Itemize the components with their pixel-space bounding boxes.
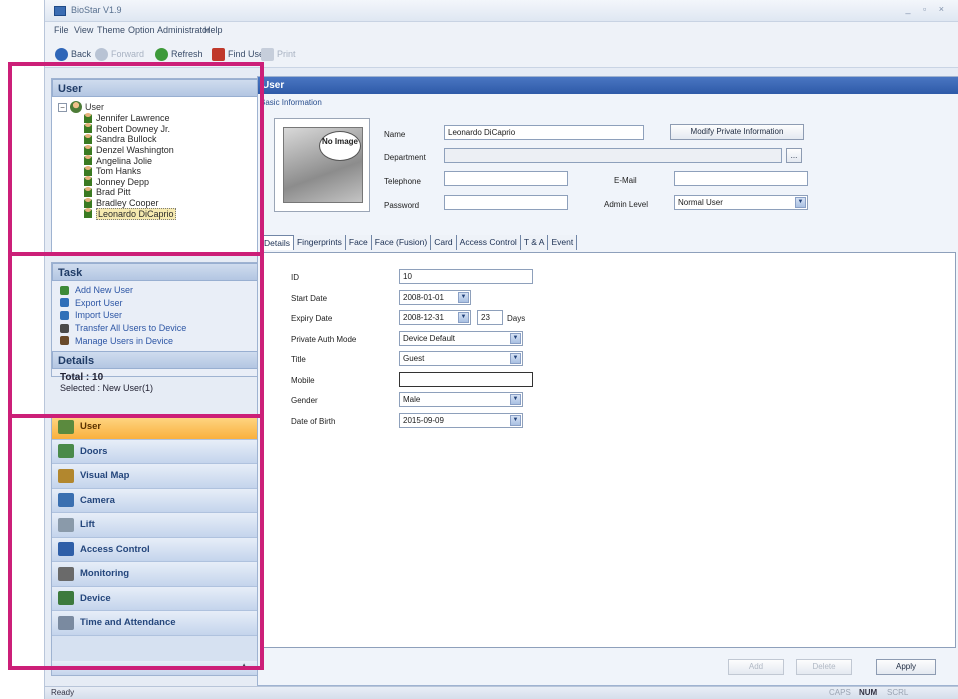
password-label: Password — [384, 201, 420, 210]
detail-field[interactable]: 2008-01-01 ▼ — [399, 289, 471, 305]
find-user-icon — [212, 47, 225, 61]
menu-view[interactable]: View — [74, 25, 93, 35]
status-text: Ready — [51, 688, 75, 697]
tab[interactable]: Face (Fusion) — [371, 235, 432, 250]
telephone-field[interactable] — [444, 171, 568, 186]
print-icon — [261, 47, 274, 61]
chevron-down-icon[interactable]: ▼ — [510, 414, 521, 426]
department-field[interactable] — [444, 148, 782, 163]
menu-help[interactable]: Help — [204, 25, 223, 35]
department-browse-button[interactable]: ... — [786, 148, 802, 163]
highlight-user-tree — [8, 62, 264, 256]
window-controls[interactable]: _ ▫ × — [906, 4, 949, 14]
detail-label: ID — [291, 273, 299, 282]
basic-information-title: Basic Information — [260, 98, 322, 107]
back-icon — [55, 47, 68, 61]
forward-button[interactable]: Forward — [95, 46, 144, 62]
highlight-task-details — [8, 252, 264, 418]
detail-field[interactable]: 2015-09-09 ▼ — [399, 412, 523, 428]
tab[interactable]: Details — [260, 235, 294, 250]
password-field[interactable] — [444, 195, 568, 210]
highlight-navigation — [8, 414, 264, 670]
email-field[interactable] — [674, 171, 808, 186]
name-label: Name — [384, 130, 406, 139]
title-bar: BioStar V1.9 _ ▫ × — [45, 0, 958, 22]
print-button[interactable]: Print — [261, 46, 296, 62]
menu-bar: File View Theme Option Administrator Hel… — [45, 22, 958, 40]
chevron-down-icon[interactable]: ▼ — [510, 353, 521, 364]
user-photo[interactable]: No Image — [274, 118, 370, 212]
chevron-down-icon[interactable]: ▼ — [795, 197, 806, 208]
detail-label: Gender — [291, 396, 318, 405]
chevron-down-icon[interactable]: ▼ — [458, 312, 469, 323]
tab[interactable]: Face — [345, 235, 372, 250]
expiry-days-field[interactable]: 23 — [477, 310, 503, 325]
name-field[interactable]: Leonardo DiCaprio — [444, 125, 644, 140]
tab[interactable]: Fingerprints — [293, 235, 346, 250]
detail-label: Mobile — [291, 375, 315, 385]
detail-field[interactable]: Device Default ▼ — [399, 330, 523, 346]
detail-field[interactable]: 10 — [399, 269, 533, 284]
detail-label: Date of Birth — [291, 416, 336, 426]
window-title: BioStar V1.9 — [71, 5, 122, 15]
admin-level-select[interactable]: Normal User ▼ — [674, 195, 808, 210]
chevron-down-icon[interactable]: ▼ — [510, 332, 521, 344]
find-user-button[interactable]: Find User — [212, 46, 267, 62]
add-button[interactable]: Add — [728, 659, 784, 675]
forward-icon — [95, 47, 108, 61]
basic-information-group: Basic Information No Image Name Leonardo… — [260, 98, 956, 238]
delete-button[interactable]: Delete — [796, 659, 852, 675]
detail-field[interactable] — [399, 371, 533, 387]
detail-field[interactable]: 2008-12-31 ▼ — [399, 310, 471, 325]
telephone-label: Telephone — [384, 177, 421, 186]
detail-label: Title — [291, 355, 306, 364]
main-header: User — [258, 77, 958, 94]
status-bar: Ready CAPS NUM SCRL — [45, 686, 958, 699]
chevron-down-icon[interactable]: ▼ — [458, 291, 469, 303]
email-label: E-Mail — [614, 176, 637, 185]
detail-label: Private Auth Mode — [291, 334, 357, 344]
main-pane: User Basic Information No Image Name Leo… — [257, 76, 958, 686]
detail-field[interactable]: Male ▼ — [399, 392, 523, 407]
apply-button[interactable]: Apply — [876, 659, 936, 675]
tab[interactable]: Access Control — [456, 235, 521, 250]
details-tab-panel: ID 10 Start Date 2008-01-01 ▼ Expiry Date 2008… — [260, 252, 956, 648]
menu-option[interactable]: Option — [128, 25, 155, 35]
tab-strip: Details Fingerprints Face Face (Fusion) Card… — [260, 235, 578, 251]
days-label: Days — [507, 314, 526, 323]
menu-file[interactable]: File — [54, 25, 69, 35]
app-icon — [54, 6, 66, 16]
back-button[interactable]: Back — [55, 46, 91, 62]
tab[interactable]: T & A — [520, 235, 549, 250]
detail-label: Start Date — [291, 293, 328, 303]
caps-indicator: CAPS — [829, 688, 851, 697]
modify-private-info-button[interactable]: Modify Private Information — [670, 124, 804, 140]
num-indicator: NUM — [859, 688, 878, 697]
menu-administrator[interactable]: Administrator — [157, 25, 210, 35]
detail-label: Expiry Date — [291, 314, 333, 323]
chevron-down-icon[interactable]: ▼ — [510, 394, 521, 405]
refresh-button[interactable]: Refresh — [155, 46, 203, 62]
tab[interactable]: Card — [431, 235, 457, 250]
detail-field[interactable]: Guest ▼ — [399, 351, 523, 366]
scrl-indicator: SCRL — [887, 688, 909, 697]
tab[interactable]: Event — [548, 235, 578, 250]
menu-theme[interactable]: Theme — [97, 25, 125, 35]
admin-level-label: Admin Level — [604, 200, 649, 209]
no-image-badge: No Image — [319, 131, 361, 161]
refresh-icon — [155, 47, 168, 61]
action-buttons: Add Delete Apply — [258, 651, 958, 681]
department-label: Department — [384, 153, 426, 162]
